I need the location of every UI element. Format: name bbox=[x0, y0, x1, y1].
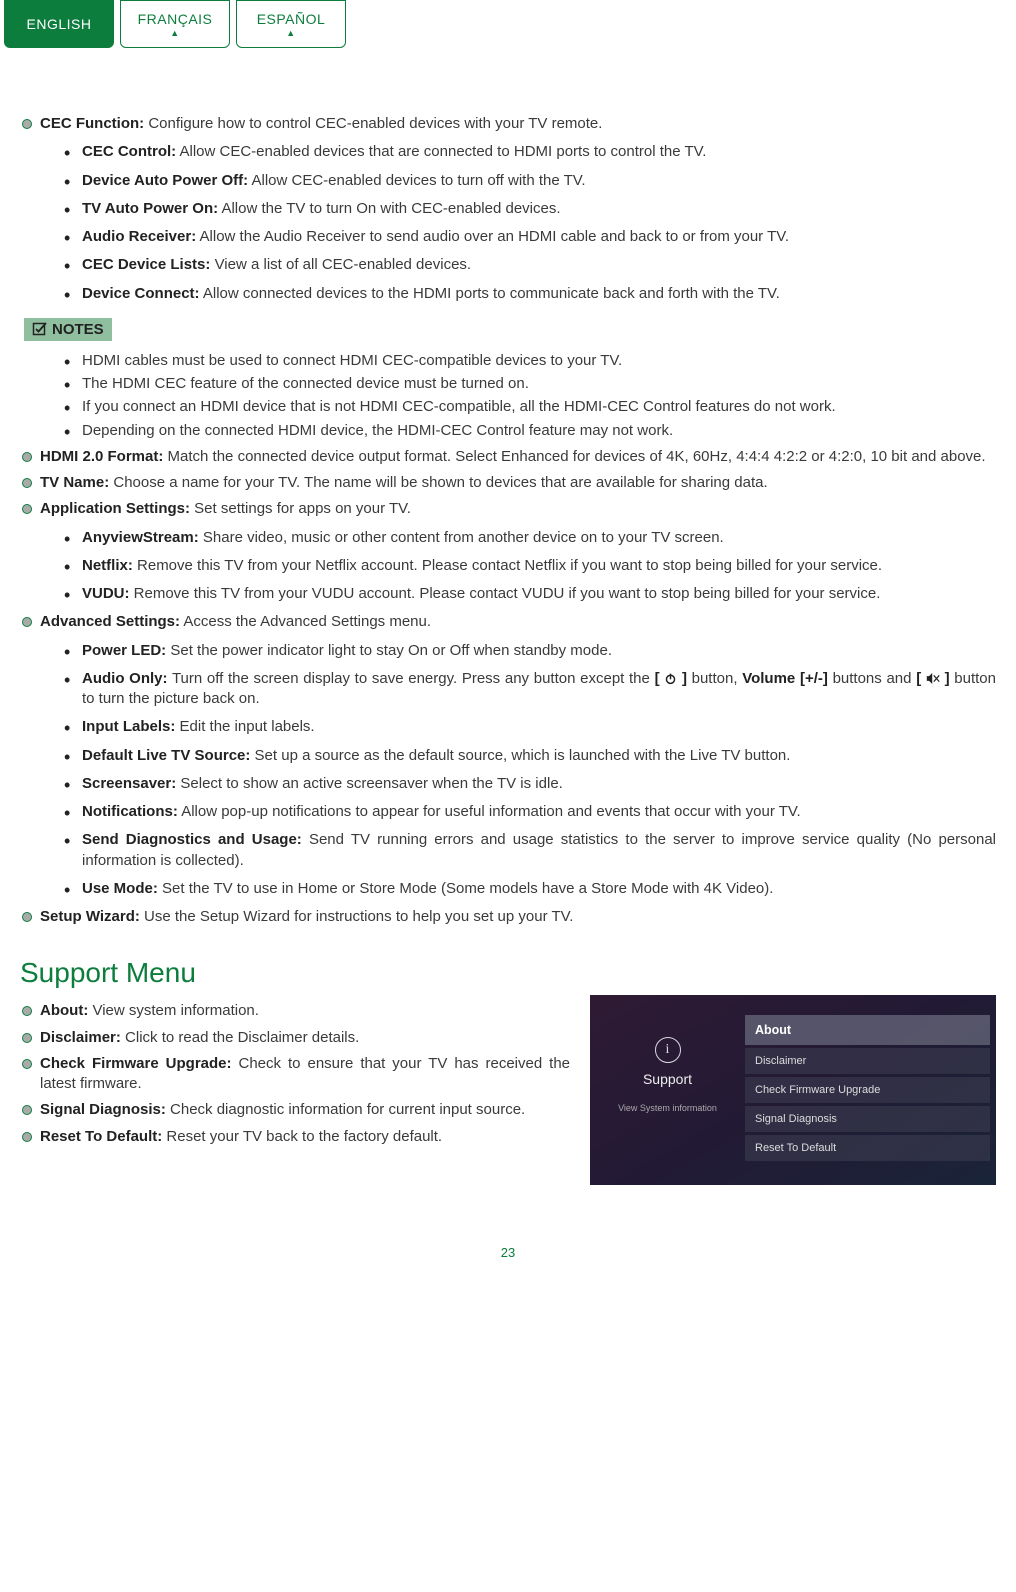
tab-label: ESPAÑOL bbox=[257, 11, 326, 27]
item-device-connect: Device Connect: Allow connected devices … bbox=[64, 284, 996, 304]
tab-francais[interactable]: FRANÇAIS ▲ bbox=[120, 0, 230, 48]
item-about: About: View system information. bbox=[20, 1001, 570, 1021]
item-anyviewstream: AnyviewStream: Share video, music or oth… bbox=[64, 528, 996, 548]
item-vudu: VUDU: Remove this TV from your VUDU acco… bbox=[64, 584, 996, 604]
item-notifications: Notifications: Allow pop-up notification… bbox=[64, 802, 996, 822]
note-item: Depending on the connected HDMI device, … bbox=[64, 421, 996, 441]
chevron-up-icon: ▲ bbox=[170, 29, 179, 38]
menu-item-signal[interactable]: Signal Diagnosis bbox=[745, 1106, 990, 1132]
tab-label: ENGLISH bbox=[27, 16, 92, 32]
power-icon bbox=[664, 670, 677, 687]
item-reset-default: Reset To Default: Reset your TV back to … bbox=[20, 1127, 570, 1147]
item-input-labels: Input Labels: Edit the input labels. bbox=[64, 717, 996, 737]
menu-item-disclaimer[interactable]: Disclaimer bbox=[745, 1048, 990, 1074]
item-default-live-tv: Default Live TV Source: Set up a source … bbox=[64, 746, 996, 766]
note-item: HDMI cables must be used to connect HDMI… bbox=[64, 351, 996, 371]
menu-item-reset[interactable]: Reset To Default bbox=[745, 1135, 990, 1161]
note-item: The HDMI CEC feature of the connected de… bbox=[64, 374, 996, 394]
item-disclaimer: Disclaimer: Click to read the Disclaimer… bbox=[20, 1028, 570, 1048]
info-icon: i bbox=[655, 1037, 681, 1063]
item-tv-name: TV Name: Choose a name for your TV. The … bbox=[20, 473, 996, 493]
menu-item-about[interactable]: About bbox=[745, 1015, 990, 1045]
item-netflix: Netflix: Remove this TV from your Netfli… bbox=[64, 556, 996, 576]
item-cec-control: CEC Control: Allow CEC-enabled devices t… bbox=[64, 142, 996, 162]
page-content: CEC Function: Configure how to control C… bbox=[0, 48, 1016, 1260]
support-menu-heading: Support Menu bbox=[20, 957, 996, 989]
item-cec-device-lists: CEC Device Lists: View a list of all CEC… bbox=[64, 255, 996, 275]
item-application-settings: Application Settings: Set settings for a… bbox=[20, 499, 996, 604]
menu-item-firmware[interactable]: Check Firmware Upgrade bbox=[745, 1077, 990, 1103]
item-use-mode: Use Mode: Set the TV to use in Home or S… bbox=[64, 879, 996, 899]
item-power-led: Power LED: Set the power indicator light… bbox=[64, 641, 996, 661]
item-send-diagnostics: Send Diagnostics and Usage: Send TV runn… bbox=[64, 830, 996, 871]
mute-icon bbox=[926, 670, 940, 687]
support-panel-menu: About Disclaimer Check Firmware Upgrade … bbox=[745, 1015, 996, 1185]
item-advanced-settings: Advanced Settings: Access the Advanced S… bbox=[20, 612, 996, 899]
page-number: 23 bbox=[20, 1245, 996, 1260]
item-audio-receiver: Audio Receiver: Allow the Audio Receiver… bbox=[64, 227, 996, 247]
tab-label: FRANÇAIS bbox=[138, 11, 213, 27]
item-setup-wizard: Setup Wizard: Use the Setup Wizard for i… bbox=[20, 907, 996, 927]
item-hdmi-format: HDMI 2.0 Format: Match the connected dev… bbox=[20, 447, 996, 467]
item-audio-only: Audio Only: Turn off the screen display … bbox=[64, 669, 996, 710]
tab-espanol[interactable]: ESPAÑOL ▲ bbox=[236, 0, 346, 48]
item-signal-diagnosis: Signal Diagnosis: Check diagnostic infor… bbox=[20, 1100, 570, 1120]
label: CEC Function: bbox=[40, 115, 144, 132]
notes-badge: NOTES bbox=[24, 318, 112, 341]
notes-label: NOTES bbox=[52, 321, 104, 338]
item-cec-function: CEC Function: Configure how to control C… bbox=[20, 114, 996, 304]
note-item: If you connect an HDMI device that is no… bbox=[64, 397, 996, 417]
support-panel-subtitle: View System information bbox=[618, 1103, 717, 1113]
chevron-up-icon: ▲ bbox=[286, 29, 295, 38]
item-tv-auto-on: TV Auto Power On: Allow the TV to turn O… bbox=[64, 199, 996, 219]
tab-english[interactable]: ENGLISH bbox=[4, 0, 114, 48]
checkbox-icon bbox=[32, 321, 48, 337]
language-tabs: ENGLISH FRANÇAIS ▲ ESPAÑOL ▲ bbox=[0, 0, 1016, 48]
item-screensaver: Screensaver: Select to show an active sc… bbox=[64, 774, 996, 794]
support-panel-screenshot: i Support View System information About … bbox=[590, 995, 996, 1185]
support-panel-sidebar: i Support View System information bbox=[590, 1015, 745, 1185]
desc: Configure how to control CEC-enabled dev… bbox=[148, 115, 602, 132]
item-check-firmware: Check Firmware Upgrade: Check to ensure … bbox=[20, 1054, 570, 1095]
item-device-auto-off: Device Auto Power Off: Allow CEC-enabled… bbox=[64, 171, 996, 191]
support-panel-title: Support bbox=[643, 1071, 692, 1087]
